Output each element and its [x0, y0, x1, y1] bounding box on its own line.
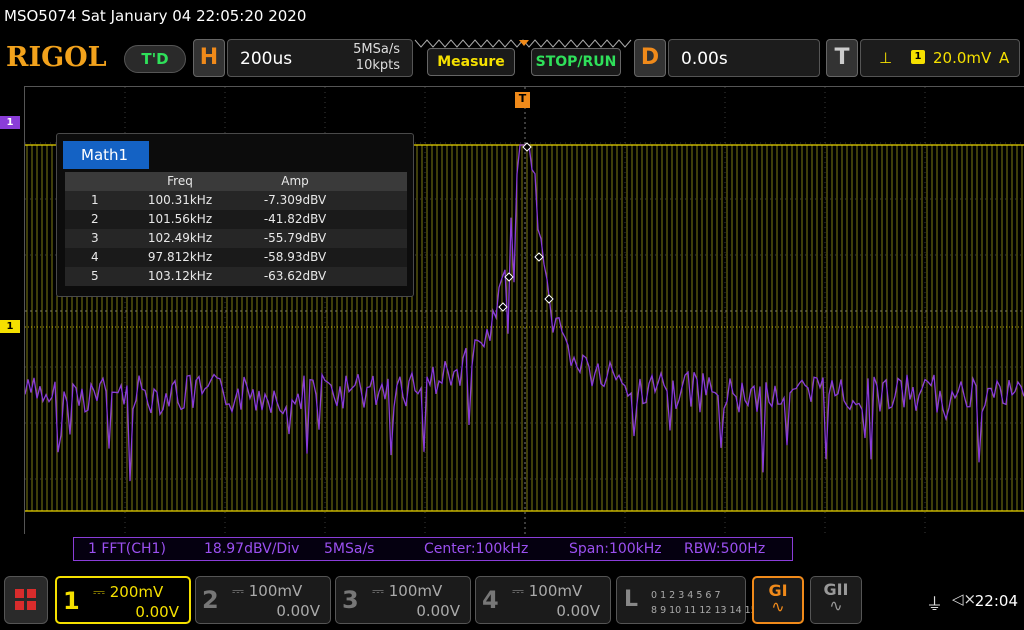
sample-rate-value: 5MSa/s [353, 42, 400, 57]
channel-scale-value: 100mV [388, 582, 443, 600]
math-label: 1 FFT(CH1) [88, 541, 166, 557]
status-line-text: MSO5074 Sat January 04 22:05:20 2020 [4, 7, 307, 25]
channel-scale: ⎓ 100mV [232, 582, 302, 600]
horizontal-panel[interactable]: 200us 5MSa/s 10kpts [227, 39, 413, 77]
table-header-row: Freq Amp [65, 172, 407, 191]
channel-1-box[interactable]: 1 ⎓ 200mV 0.00V [55, 576, 191, 624]
dc-coupling-icon: ⎓ [372, 582, 389, 600]
delay-letter[interactable]: D [634, 39, 666, 77]
delay-panel[interactable]: 0.00s [668, 39, 820, 77]
table-row: 2 101.56kHz -41.82dBV [65, 210, 407, 229]
row-amp: -55.79dBV [263, 231, 327, 245]
fft-peak-list: Freq Amp 1 100.31kHz -7.309dBV 2 101.56k… [65, 172, 407, 286]
channel-scale-value: 100mV [248, 582, 303, 600]
channel-scale: ⎓ 100mV [372, 582, 442, 600]
channel-scale: ⎓ 100mV [512, 582, 582, 600]
trigger-mode-value: A [999, 49, 1010, 67]
measure-button[interactable]: Measure [427, 48, 515, 76]
math1-tab[interactable]: Math1 [63, 141, 149, 169]
math-scale: 18.97dBV/Div [204, 541, 300, 557]
sine-wave-icon: ∿ [771, 597, 785, 616]
bottom-channel-bar: 1 ⎓ 200mV 0.00V 2 ⎓ 100mV 0.00V 3 ⎓ 100m… [0, 572, 1024, 630]
math-channel-marker[interactable]: 1 [0, 116, 20, 129]
channel-scale-value: 100mV [528, 582, 583, 600]
row-index: 3 [91, 231, 99, 245]
math-rate: 5MSa/s [324, 541, 375, 557]
channel-scale-value: 200mV [109, 583, 164, 601]
row-index: 1 [91, 193, 99, 207]
channel-number: 3 [342, 586, 359, 614]
table-row: 5 103.12kHz -63.62dBV [65, 267, 407, 286]
generator-1-button[interactable]: GI ∿ [752, 576, 804, 624]
channel-number: 4 [482, 586, 499, 614]
speaker-muted-icon[interactable]: ◁× [952, 590, 976, 608]
timebase-value: 200us [240, 49, 293, 69]
sine-wave-icon: ∿ [829, 596, 843, 615]
trigger-state-badge[interactable]: T'D [124, 45, 186, 73]
channel-offset: 0.00V [556, 602, 600, 620]
table-row: 4 97.812kHz -58.93dBV [65, 248, 407, 267]
math-center: Center:100kHz [424, 541, 529, 557]
trigger-panel[interactable]: ⊥ 1 20.0mV A [860, 39, 1020, 77]
math-status-bar[interactable]: 1 FFT(CH1) 18.97dBV/Div 5MSa/s Center:10… [73, 537, 793, 561]
row-freq: 102.49kHz [147, 231, 213, 245]
row-index: 5 [91, 269, 99, 283]
memory-depth-value: 10kpts [355, 58, 400, 73]
header-amp: Amp [281, 174, 309, 188]
row-amp: -7.309dBV [263, 193, 327, 207]
row-index: 4 [91, 250, 99, 264]
channel-offset: 0.00V [135, 603, 179, 621]
clock: 22:04 [974, 592, 1018, 610]
row-amp: -41.82dBV [263, 212, 327, 226]
math-rbw: RBW:500Hz [684, 541, 766, 557]
row-freq: 103.12kHz [147, 269, 213, 283]
channel-offset: 0.00V [276, 602, 320, 620]
channel-number: 2 [202, 586, 219, 614]
trigger-source-badge: 1 [911, 50, 925, 64]
dc-coupling-icon: ⎓ [512, 582, 529, 600]
channel-number: 1 [63, 587, 80, 615]
row-freq: 100.31kHz [147, 193, 213, 207]
logic-letter: L [624, 587, 639, 612]
horizontal-letter[interactable]: H [193, 39, 225, 77]
dc-coupling-icon: ⎓ [93, 583, 110, 601]
fft-peak-table: Math1 Freq Amp 1 100.31kHz -7.309dBV 2 1… [56, 133, 414, 297]
table-row: 3 102.49kHz -55.79dBV [65, 229, 407, 248]
channel-scale: ⎓ 200mV [93, 583, 163, 601]
usb-icon: ⏚ [926, 595, 943, 615]
rising-edge-icon: ⊥ [879, 49, 893, 67]
trigger-level-value: 20.0mV [933, 49, 992, 67]
logic-channels-row1: 0 1 2 3 4 5 6 7 [651, 590, 721, 601]
channel-2-box[interactable]: 2 ⎓ 100mV 0.00V [195, 576, 331, 624]
dc-coupling-icon: ⎓ [232, 582, 249, 600]
row-index: 2 [91, 212, 99, 226]
brand-logo: RIGOL [6, 42, 107, 73]
channel-offset: 0.00V [416, 602, 460, 620]
ch1-offset-marker[interactable]: 1 [0, 320, 20, 333]
generator-2-button[interactable]: GII ∿ [810, 576, 862, 624]
top-control-bar: RIGOL T'D H 200us 5MSa/s 10kpts Measure … [0, 36, 1024, 82]
row-freq: 97.812kHz [147, 250, 213, 264]
status-line: MSO5074 Sat January 04 22:05:20 2020 [0, 0, 1024, 34]
header-freq: Freq [167, 174, 193, 188]
trigger-position-marker[interactable]: T [515, 92, 530, 108]
table-row: 1 100.31kHz -7.309dBV [65, 191, 407, 210]
channel-4-box[interactable]: 4 ⎓ 100mV 0.00V [475, 576, 611, 624]
delay-value: 0.00s [681, 49, 728, 69]
math-span: Span:100kHz [569, 541, 662, 557]
stop-run-button[interactable]: STOP/RUN [531, 48, 621, 76]
row-amp: -58.93dBV [263, 250, 327, 264]
logic-analyzer-box[interactable]: L 0 1 2 3 4 5 6 7 8 9 10 11 12 13 14 15 [616, 576, 757, 624]
channel-3-box[interactable]: 3 ⎓ 100mV 0.00V [335, 576, 471, 624]
row-freq: 101.56kHz [147, 212, 213, 226]
logic-channels-row2: 8 9 10 11 12 13 14 15 [651, 605, 757, 616]
fft-peak-marker [498, 302, 508, 312]
trigger-letter[interactable]: T [826, 39, 858, 77]
row-amp: -63.62dBV [263, 269, 327, 283]
main-menu-button[interactable] [4, 576, 48, 624]
